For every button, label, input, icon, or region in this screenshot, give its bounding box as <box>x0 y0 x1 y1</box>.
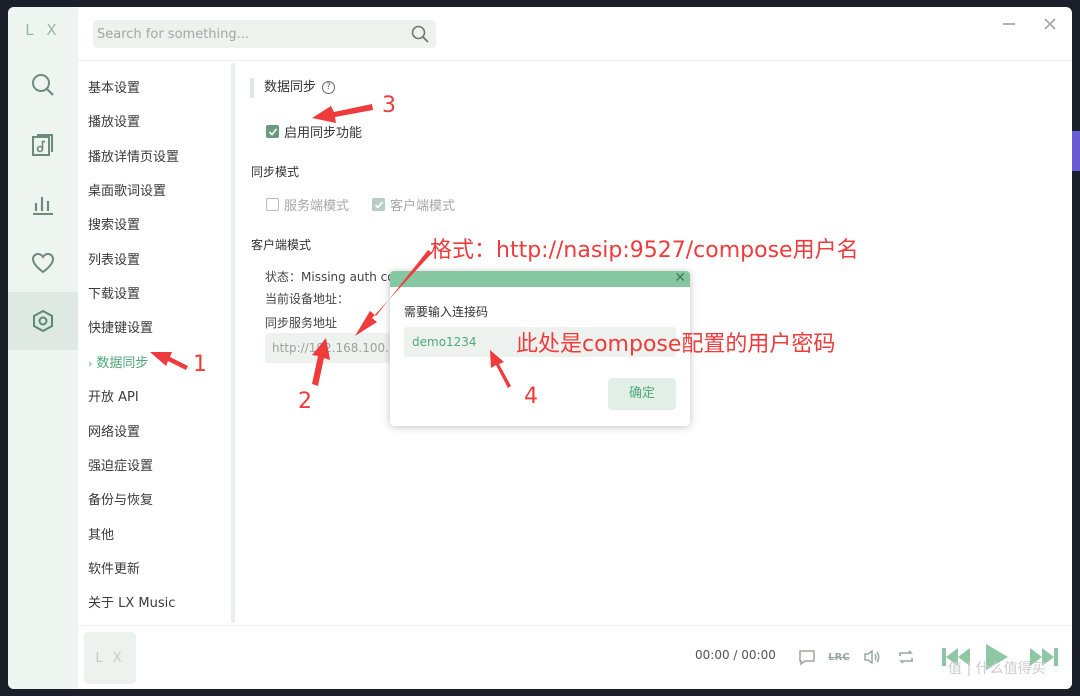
time-total: 00:00 <box>741 648 776 662</box>
volume-icon <box>864 649 880 665</box>
menu-item-sync-label: 数据同步 <box>96 356 149 371</box>
music-list-icon <box>32 134 53 156</box>
annotation-1: 1 <box>193 352 207 377</box>
annotation-format-note: 格式：http://nasip:9527/compose用户名 <box>430 238 859 263</box>
menu-item-play[interactable]: 播放设置 <box>88 111 140 130</box>
menu-scrollbar[interactable] <box>231 63 235 623</box>
menu-item-sync[interactable]: › 数据同步 <box>88 352 148 371</box>
menu-item-basic[interactable]: 基本设置 <box>88 77 140 96</box>
client-mode-checkbox[interactable]: 客户端模式 <box>372 195 455 214</box>
menu-item-list[interactable]: 列表设置 <box>88 249 140 268</box>
repeat-mode-button[interactable] <box>895 646 917 668</box>
background-accent <box>1072 131 1080 171</box>
nav-favorites-button[interactable] <box>8 234 78 292</box>
menu-item-ocd[interactable]: 强迫症设置 <box>88 455 153 474</box>
minimize-button[interactable] <box>998 13 1020 35</box>
settings-menu: 基本设置 播放设置 播放详情页设置 桌面歌词设置 搜索设置 列表设置 下载设置 … <box>78 61 240 627</box>
menu-item-about[interactable]: 关于 LX Music <box>88 592 175 611</box>
sync-mode-title: 同步模式 <box>251 165 300 179</box>
comment-icon <box>799 650 815 666</box>
annotation-4: 4 <box>524 384 538 409</box>
menu-item-network[interactable]: 网络设置 <box>88 421 140 440</box>
annotation-password-note: 此处是compose配置的用户密码 <box>516 332 836 357</box>
enable-sync-label: 启用同步功能 <box>284 126 363 141</box>
nav-search-button[interactable] <box>8 56 78 114</box>
nav-settings-button[interactable] <box>8 292 78 350</box>
server-mode-checkbox[interactable]: 服务端模式 <box>266 195 349 214</box>
server-address-input[interactable]: http://192.168.100. <box>265 333 390 363</box>
comment-button[interactable] <box>796 646 818 668</box>
time-separator: / <box>729 648 742 662</box>
search-icon <box>32 74 54 96</box>
watermark: 值 | 什么值得买 <box>948 661 1046 677</box>
close-icon <box>1044 18 1056 30</box>
enable-sync-checkbox[interactable]: 启用同步功能 <box>266 122 362 141</box>
help-icon[interactable]: ? <box>322 81 336 94</box>
menu-item-download[interactable]: 下载设置 <box>88 283 140 302</box>
server-mode-label: 服务端模式 <box>284 199 350 214</box>
album-cover[interactable]: L X <box>84 632 136 684</box>
lyric-toggle-button[interactable]: LRC <box>828 646 850 668</box>
menu-item-desktop-lyric[interactable]: 桌面歌词设置 <box>88 180 166 199</box>
client-mode-title: 客户端模式 <box>251 238 312 252</box>
dialog-label: 需要输入连接码 <box>404 305 489 319</box>
repeat-icon <box>899 650 913 664</box>
search-icon[interactable] <box>410 24 430 44</box>
checkbox-checked-icon <box>266 125 279 138</box>
chart-bars-icon <box>33 197 53 215</box>
menu-item-search[interactable]: 搜索设置 <box>88 214 140 233</box>
heart-icon <box>31 252 55 274</box>
dialog-header: ✕ <box>390 271 690 287</box>
icon-sidebar: L X <box>8 7 78 689</box>
volume-button[interactable] <box>861 646 883 668</box>
close-icon[interactable]: ✕ <box>674 271 686 286</box>
device-address-label: 当前设备地址： <box>265 292 350 306</box>
section-title: 数据同步? <box>250 78 336 98</box>
nav-leaderboard-button[interactable] <box>8 175 78 233</box>
search-bar <box>93 20 436 48</box>
minimize-icon <box>1003 23 1015 25</box>
nav-songlist-button[interactable] <box>8 116 78 174</box>
status-text: 状态：Missing auth code <box>265 270 410 284</box>
close-window-button[interactable] <box>1039 13 1061 35</box>
annotation-2: 2 <box>298 389 312 414</box>
app-logo: L X <box>25 21 61 39</box>
confirm-button[interactable]: 确定 <box>608 378 676 410</box>
search-input[interactable] <box>97 20 397 48</box>
client-mode-label: 客户端模式 <box>390 199 456 214</box>
checkbox-empty-icon <box>266 198 279 211</box>
menu-item-update[interactable]: 软件更新 <box>88 558 140 577</box>
time-current: 00:00 <box>695 648 730 662</box>
play-time: 00:00 / 00:00 <box>695 648 776 662</box>
annotation-3: 3 <box>382 93 396 118</box>
menu-item-open-api[interactable]: 开放 API <box>88 386 139 405</box>
lrc-icon: LRC <box>828 651 850 663</box>
checkbox-checked-icon <box>372 198 385 211</box>
chevron-right-icon: › <box>88 357 93 370</box>
server-address-label: 同步服务地址 <box>265 316 338 330</box>
player-bar: L X 00:00 / 00:00 LRC <box>78 625 1072 689</box>
menu-item-hotkey[interactable]: 快捷键设置 <box>88 317 153 336</box>
menu-item-play-detail[interactable]: 播放详情页设置 <box>88 146 179 165</box>
menu-item-other[interactable]: 其他 <box>88 524 114 543</box>
menu-item-backup[interactable]: 备份与恢复 <box>88 489 153 508</box>
settings-hexagon-icon <box>33 309 53 333</box>
section-title-text: 数据同步 <box>264 80 317 95</box>
